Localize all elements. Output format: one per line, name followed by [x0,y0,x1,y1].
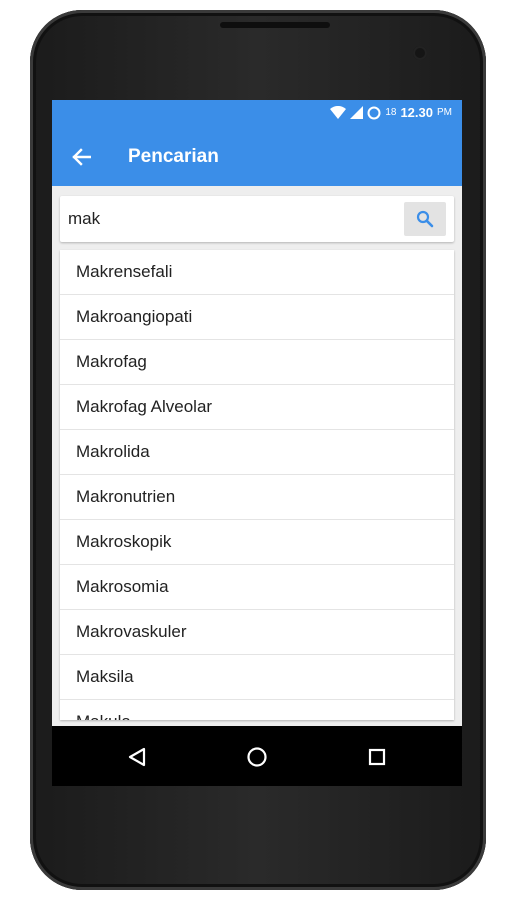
front-camera [413,46,427,60]
network-label: 18 [385,107,397,118]
list-item[interactable]: Makrofag [60,340,454,385]
list-item[interactable]: Makrensefali [60,250,454,295]
wifi-icon [330,106,347,119]
speaker-grille [220,22,330,28]
list-item[interactable]: Makrofag Alveolar [60,385,454,430]
signal-icon [350,106,364,119]
screen: 18 12.30 PM Pencarian Makrensefali Makro… [52,100,462,786]
list-item[interactable]: Makrolida [60,430,454,475]
nav-recents-button[interactable] [364,744,390,770]
list-item[interactable]: Makronutrien [60,475,454,520]
square-recents-icon [368,748,386,766]
list-item[interactable]: Makroskopik [60,520,454,565]
navigation-bar [52,726,462,786]
app-bar: Pencarian [52,128,462,186]
search-icon [416,210,434,228]
status-icons: 18 12.30 PM [330,105,452,120]
alarm-icon [367,106,381,119]
list-item[interactable]: Makrovaskuler [60,610,454,655]
page-title: Pencarian [128,146,219,167]
triangle-back-icon [128,747,146,767]
back-button[interactable] [66,143,96,171]
clock-time: 12.30 [400,105,433,120]
arrow-left-icon [72,148,91,166]
nav-home-button[interactable] [244,744,270,770]
search-bar [60,196,454,242]
circle-home-icon [247,747,267,767]
status-bar: 18 12.30 PM [52,100,462,128]
clock-period: PM [437,107,452,118]
results-list: Makrensefali Makroangiopati Makrofag Mak… [60,250,454,720]
list-item[interactable]: Makroangiopati [60,295,454,340]
search-button[interactable] [404,202,446,236]
nav-back-button[interactable] [124,744,150,770]
list-item[interactable]: Makula [60,700,454,720]
list-item[interactable]: Maksila [60,655,454,700]
search-input[interactable] [68,204,388,234]
list-item[interactable]: Makrosomia [60,565,454,610]
